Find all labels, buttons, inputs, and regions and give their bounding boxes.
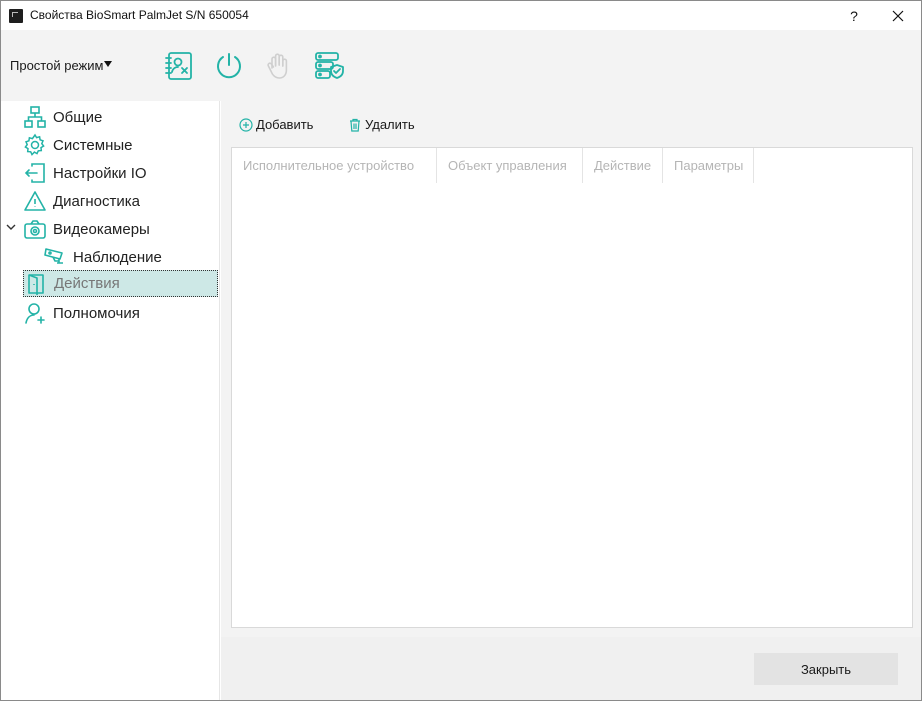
sidebar-item-system[interactable]: Системные [23, 132, 132, 158]
mode-dropdown[interactable]: Простой режим [10, 58, 113, 73]
chevron-down-icon[interactable] [5, 221, 17, 233]
gear-icon [23, 133, 47, 157]
table-header: Исполнительное устройство Объект управле… [232, 148, 754, 183]
column-header-device[interactable]: Исполнительное устройство [232, 148, 437, 183]
main-panel: Добавить Удалить Исполнительное устройст… [221, 101, 921, 700]
sidebar-item-io-settings[interactable]: Настройки IO [23, 160, 147, 186]
power-icon[interactable] [213, 50, 245, 82]
column-header-action[interactable]: Действие [583, 148, 663, 183]
delete-button[interactable]: Удалить [348, 117, 415, 132]
sidebar-item-label: Действия [54, 275, 120, 292]
sidebar-item-permissions[interactable]: Полномочия [23, 300, 140, 326]
server-shield-icon[interactable] [313, 50, 345, 82]
sidebar-item-label: Видеокамеры [53, 220, 150, 238]
trash-icon [350, 118, 360, 132]
sidebar: Общие Системные Настройки IO Диагностика [1, 101, 220, 700]
door-icon [24, 272, 48, 296]
sidebar-item-general[interactable]: Общие [23, 104, 102, 130]
network-icon [23, 105, 47, 129]
add-label: Добавить [256, 117, 314, 132]
mode-label: Простой режим [10, 58, 104, 73]
column-header-parameters[interactable]: Параметры [663, 148, 754, 183]
plus-circle-icon [239, 117, 253, 132]
camera-icon [23, 217, 47, 241]
sidebar-item-label: Системные [53, 136, 133, 154]
app-icon [9, 9, 23, 23]
sidebar-item-diagnostics[interactable]: Диагностика [23, 188, 140, 214]
dropdown-arrow-icon [104, 60, 113, 67]
login-arrow-icon [23, 161, 47, 185]
dialog-footer: Закрыть [221, 637, 921, 700]
sidebar-item-label: Общие [53, 108, 103, 126]
sidebar-item-cameras[interactable]: Видеокамеры [23, 216, 150, 242]
sidebar-item-label: Полномочия [53, 304, 140, 322]
add-button[interactable]: Добавить [239, 117, 313, 132]
sidebar-item-label: Наблюдение [73, 248, 162, 266]
cctv-icon [43, 245, 67, 269]
sidebar-item-actions[interactable]: Действия [23, 270, 218, 297]
actions-table[interactable]: Исполнительное устройство Объект управле… [231, 147, 913, 628]
warning-icon [23, 189, 47, 213]
toolbar: Простой режим [1, 30, 921, 101]
sidebar-item-surveillance[interactable]: Наблюдение [43, 244, 162, 270]
user-add-icon [23, 301, 47, 325]
delete-label: Удалить [365, 117, 415, 132]
close-window-button[interactable] [875, 1, 921, 30]
title-bar: Свойства BioSmart PalmJet S/N 650054 ? [1, 1, 921, 30]
palm-icon [263, 50, 295, 82]
help-button[interactable]: ? [831, 1, 877, 30]
sidebar-item-label: Диагностика [53, 192, 140, 210]
close-icon [892, 10, 904, 21]
window-title: Свойства BioSmart PalmJet S/N 650054 [30, 8, 249, 22]
contact-book-remove-icon[interactable] [163, 50, 195, 82]
column-header-control-object[interactable]: Объект управления [437, 148, 583, 183]
properties-window: Свойства BioSmart PalmJet S/N 650054 ? П… [0, 0, 922, 701]
close-button[interactable]: Закрыть [754, 653, 898, 685]
sidebar-item-label: Настройки IO [53, 164, 147, 182]
